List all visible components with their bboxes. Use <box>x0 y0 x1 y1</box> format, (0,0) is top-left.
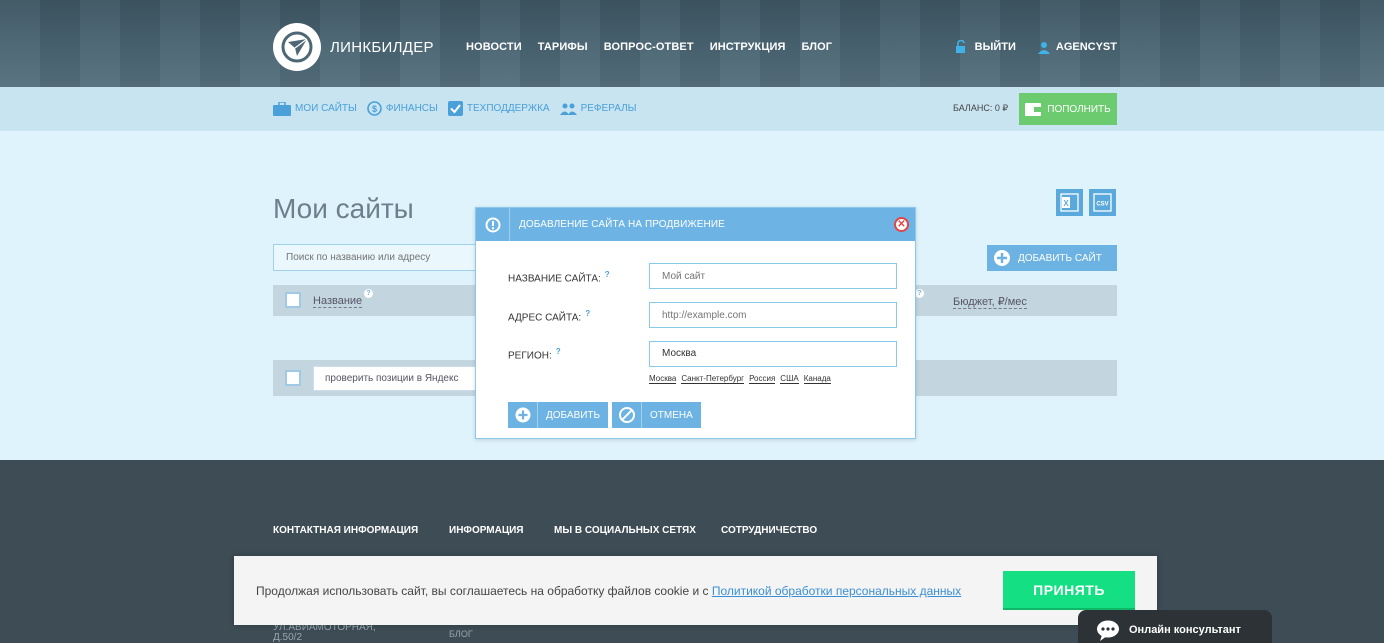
modal-add-label: ДОБАВИТЬ <box>546 409 601 421</box>
region-input[interactable]: Москва <box>649 341 897 367</box>
nav-news[interactable]: НОВОСТИ <box>466 41 522 53</box>
site-name-label: НАЗВАНИЕ САЙТА:? <box>508 270 610 284</box>
subnav-support[interactable]: ТЕХПОДДЕРЖКА <box>447 101 550 116</box>
site-url-help-icon[interactable]: ? <box>585 309 590 318</box>
subnav-my-sites[interactable]: МОИ САЙТЫ <box>273 101 357 116</box>
subnav-referrals[interactable]: РЕФЕРАЛЫ <box>559 102 637 116</box>
logo-icon <box>273 23 321 71</box>
nav-blog[interactable]: БЛОГ <box>802 41 833 53</box>
subnav-finance-label: ФИНАНСЫ <box>385 103 438 114</box>
footer-social-heading: МЫ В СОЦИАЛЬНЫХ СЕТЯХ <box>554 525 696 536</box>
user-icon <box>1037 41 1050 54</box>
region-link-moscow[interactable]: Москва <box>649 374 677 384</box>
close-icon[interactable]: ✕ <box>894 217 909 232</box>
briefcase-icon <box>273 101 291 116</box>
export-buttons: X CSV <box>1056 189 1116 216</box>
add-site-modal: ДОБАВЛЕНИЕ САЙТА НА ПРОДВИЖЕНИЕ ✕ НАЗВАН… <box>475 207 916 439</box>
bulk-select-checkbox[interactable] <box>285 370 301 386</box>
modal-title: ДОБАВЛЕНИЕ САЙТА НА ПРОДВИЖЕНИЕ <box>519 219 725 230</box>
cancel-icon <box>612 402 642 428</box>
plus-circle-icon <box>994 250 1010 266</box>
excel-export-icon[interactable]: X <box>1056 189 1083 216</box>
page-title: Мои сайты <box>273 193 414 224</box>
nav-tariffs[interactable]: ТАРИФЫ <box>538 41 588 53</box>
cookie-consent-bar: Продолжая использовать сайт, вы соглашае… <box>234 556 1157 625</box>
topup-button[interactable]: ПОПОЛНИТЬ <box>1019 93 1117 125</box>
region-help-icon[interactable]: ? <box>556 347 561 356</box>
site-name-input[interactable] <box>649 263 897 289</box>
footer-partners-heading: СОТРУДНИЧЕСТВО <box>721 525 818 536</box>
region-link-usa[interactable]: США <box>780 374 799 384</box>
select-all-checkbox[interactable] <box>285 292 301 308</box>
account-subnav: МОИ САЙТЫ $ ФИНАНСЫ ТЕХПОДДЕРЖКА РЕФЕРАЛ… <box>0 87 1384 131</box>
svg-text:$: $ <box>372 104 377 114</box>
footer-info-heading: ИНФОРМАЦИЯ <box>449 525 524 536</box>
footer-address: УЛ.АВИАМОТОРНАЯ, Д.50/2 <box>273 623 376 643</box>
users-icon <box>559 103 577 115</box>
site-url-label: АДРЕС САЙТА:? <box>508 309 590 323</box>
modal-cancel-label: ОТМЕНА <box>650 409 693 421</box>
check-positions-button[interactable]: проверить позиции в Яндекс <box>313 366 478 391</box>
logo[interactable]: ЛИНКБИЛДЕР <box>273 23 434 71</box>
logout-link[interactable]: ВЫЙТИ <box>955 40 1016 54</box>
region-link-spb[interactable]: Санкт-Петербург <box>681 374 745 384</box>
svg-text:CSV: CSV <box>1096 202 1108 208</box>
chat-label: Онлайн консультант <box>1129 624 1241 636</box>
region-link-russia[interactable]: Россия <box>749 374 776 384</box>
username: AGENCYST <box>1055 41 1117 53</box>
main-nav: НОВОСТИ ТАРИФЫ ВОПРОС-ОТВЕТ ИНСТРУКЦИЯ Б… <box>466 41 832 53</box>
add-site-button[interactable]: ДОБАВИТЬ САЙТ <box>987 245 1117 271</box>
lock-icon <box>955 40 965 53</box>
modal-info-icon <box>476 208 510 241</box>
footer-blog-link[interactable]: БЛОГ <box>449 629 473 639</box>
subnav-my-sites-label: МОИ САЙТЫ <box>295 103 357 114</box>
subnav-support-label: ТЕХПОДДЕРЖКА <box>466 103 550 114</box>
footer-address-line2: Д.50/2 <box>273 632 303 643</box>
column-help-icon[interactable]: ? <box>915 289 924 298</box>
column-name-header[interactable]: Название <box>313 295 363 308</box>
site-header: ЛИНКБИЛДЕР НОВОСТИ ТАРИФЫ ВОПРОС-ОТВЕТ И… <box>0 0 1384 87</box>
wallet-icon <box>1025 102 1042 116</box>
region-label-text: РЕГИОН: <box>508 350 552 362</box>
region-quick-links: Москва Санкт-Петербург Россия США Канада <box>649 374 831 384</box>
add-site-label: ДОБАВИТЬ САЙТ <box>1018 252 1102 264</box>
nav-faq[interactable]: ВОПРОС-ОТВЕТ <box>604 41 694 53</box>
cookie-text: Продолжая использовать сайт, вы соглашае… <box>256 584 961 598</box>
check-square-icon <box>447 101 463 116</box>
region-link-canada[interactable]: Канада <box>803 374 831 384</box>
modal-header: ДОБАВЛЕНИЕ САЙТА НА ПРОДВИЖЕНИЕ ✕ <box>476 208 915 241</box>
subnav-referrals-label: РЕФЕРАЛЫ <box>580 103 637 114</box>
cookie-message: Продолжая использовать сайт, вы соглашае… <box>256 584 712 598</box>
balance-text: БАЛАНС: 0 ₽ <box>953 103 1009 113</box>
site-url-input[interactable] <box>649 302 897 328</box>
logo-text: ЛИНКБИЛДЕР <box>330 38 434 56</box>
online-chat-widget[interactable]: Онлайн консультант <box>1078 610 1272 643</box>
region-label: РЕГИОН:? <box>508 347 561 361</box>
privacy-policy-link[interactable]: Политикой обработки персональных данных <box>712 584 961 598</box>
dollar-icon: $ <box>367 101 382 116</box>
csv-export-icon[interactable]: CSV <box>1089 189 1116 216</box>
svg-text:X: X <box>1063 199 1069 208</box>
footer-contacts-heading: КОНТАКТНАЯ ИНФОРМАЦИЯ <box>273 525 419 536</box>
chat-bubble-icon <box>1097 620 1119 641</box>
site-url-label-text: АДРЕС САЙТА: <box>508 312 582 324</box>
site-name-label-text: НАЗВАНИЕ САЙТА: <box>508 273 601 285</box>
nav-instructions[interactable]: ИНСТРУКЦИЯ <box>710 41 786 53</box>
topup-label: ПОПОЛНИТЬ <box>1047 103 1111 115</box>
site-search-input[interactable] <box>273 244 493 271</box>
modal-cancel-button[interactable]: ОТМЕНА <box>612 402 701 428</box>
name-help-icon[interactable]: ? <box>364 289 373 298</box>
user-nav: ВЫЙТИ AGENCYST <box>955 40 1117 54</box>
footer-columns: КОНТАКТНАЯ ИНФОРМАЦИЯ ИНФОРМАЦИЯ МЫ В СО… <box>273 525 817 536</box>
modal-add-button[interactable]: ДОБАВИТЬ <box>508 402 608 428</box>
plus-circle-icon <box>508 402 538 428</box>
accept-cookies-button[interactable]: ПРИНЯТЬ <box>1003 571 1135 608</box>
subnav-finance[interactable]: $ ФИНАНСЫ <box>367 101 438 116</box>
site-name-help-icon[interactable]: ? <box>605 270 610 279</box>
logout-label: ВЫЙТИ <box>974 41 1016 53</box>
column-budget-header[interactable]: Бюджет, ₽/мес <box>953 295 1027 309</box>
user-profile-link[interactable]: AGENCYST <box>1037 41 1117 54</box>
